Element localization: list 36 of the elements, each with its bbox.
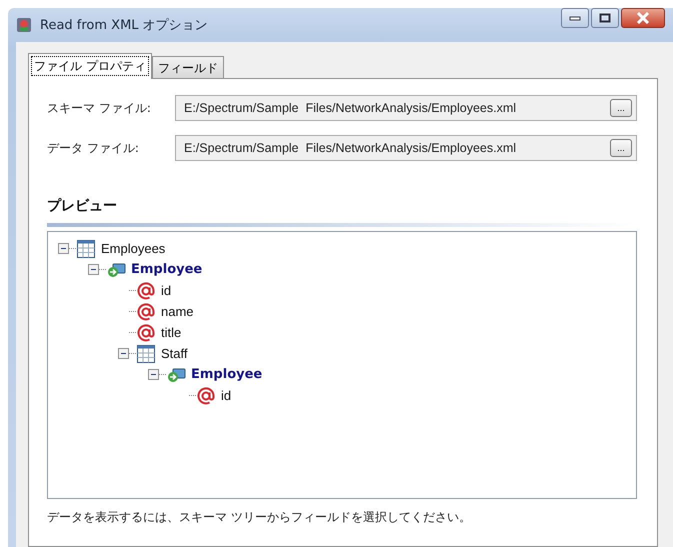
tab[interactable]: フィールド — [152, 56, 224, 78]
table-icon — [136, 344, 156, 364]
path-field[interactable]: E:/Spectrum/Sample Files/NetworkAnalysis/Employees.xml ... — [175, 95, 637, 121]
tree-item[interactable]: id — [221, 388, 232, 403]
close-icon — [636, 12, 650, 24]
collapse-icon[interactable] — [118, 348, 129, 359]
browse-button[interactable]: ... — [610, 99, 632, 117]
close-button[interactable] — [621, 8, 665, 28]
minimize-button[interactable] — [561, 8, 589, 28]
at-sign-icon — [136, 280, 156, 300]
field-label: スキーマ ファイル: — [47, 100, 152, 116]
tab[interactable]: ファイル プロパティ — [28, 53, 152, 79]
at-sign-icon — [136, 302, 156, 322]
tree-item[interactable]: Employee — [191, 367, 262, 382]
collapse-icon[interactable] — [58, 243, 69, 254]
app-icon — [16, 17, 32, 33]
hint-text: データを表示するには、スキーマ ツリーからフィールドを選択してください。 — [47, 509, 472, 526]
at-sign-icon — [136, 322, 156, 342]
browse-button[interactable]: ... — [610, 139, 632, 157]
field-label: データ ファイル: — [47, 140, 140, 156]
preview-heading: プレビュー — [47, 197, 118, 215]
tree-item[interactable]: Employee — [131, 262, 202, 277]
tree-item[interactable]: title — [161, 325, 182, 340]
table-icon — [76, 238, 96, 258]
maximize-button[interactable] — [591, 8, 619, 28]
window-title: Read from XML オプション — [40, 17, 209, 34]
tree-item[interactable]: Staff — [161, 346, 188, 361]
tree-item[interactable]: name — [161, 304, 194, 319]
path-field[interactable]: E:/Spectrum/Sample Files/NetworkAnalysis/Employees.xml ... — [175, 135, 637, 161]
minimize-icon — [569, 15, 581, 21]
tree-item[interactable]: id — [161, 283, 172, 298]
collapse-icon[interactable] — [88, 264, 99, 275]
maximize-icon — [599, 13, 611, 23]
tree-item[interactable]: Employees — [101, 241, 166, 256]
at-sign-icon — [196, 386, 216, 406]
collapse-icon[interactable] — [148, 369, 159, 380]
